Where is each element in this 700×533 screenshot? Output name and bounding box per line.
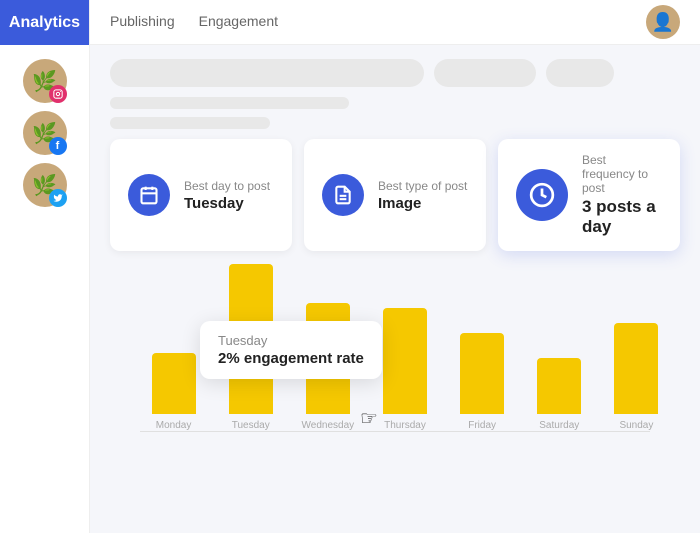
- insight-text-best-day: Best day to post Tuesday: [184, 179, 270, 212]
- bar-thursday: [383, 308, 427, 414]
- skeleton-lines: [110, 97, 680, 129]
- bar-label-wednesday: Wednesday: [302, 420, 355, 431]
- bar-monday: [152, 353, 196, 414]
- best-freq-label: Best frequency to post: [582, 153, 662, 195]
- content-area: Best day to post Tuesday Best type of po…: [90, 45, 700, 533]
- best-day-label: Best day to post: [184, 179, 270, 193]
- best-day-value: Tuesday: [184, 195, 270, 212]
- chart-container: Tuesday 2% engagement rate Monday Tuesday…: [110, 261, 680, 471]
- chart-section: Tuesday 2% engagement rate Monday Tuesday…: [110, 261, 680, 471]
- chart-axis: [140, 431, 650, 432]
- insight-card-best-day: Best day to post Tuesday: [110, 139, 292, 251]
- bar-sunday: [614, 323, 658, 414]
- skeleton-filter-1: [110, 59, 424, 87]
- bar-label-thursday: Thursday: [384, 420, 426, 431]
- insight-card-best-type: Best type of post Image: [304, 139, 486, 251]
- bar-friday: [460, 333, 504, 414]
- bar-group-monday: Monday: [140, 353, 207, 431]
- insight-text-best-type: Best type of post Image: [378, 179, 467, 212]
- account-list: 🌿 🌿 f 🌿: [23, 45, 67, 221]
- account-twitter[interactable]: 🌿: [23, 163, 67, 207]
- skeleton-line-1: [110, 97, 349, 109]
- skeleton-line-2: [110, 117, 270, 129]
- tab-publishing[interactable]: Publishing: [110, 9, 175, 35]
- skeleton-filter-3: [546, 59, 614, 87]
- bar-group-friday: Friday: [449, 333, 516, 431]
- bar-label-friday: Friday: [468, 420, 496, 431]
- bar-label-saturday: Saturday: [539, 420, 579, 431]
- calendar-icon: [128, 174, 170, 216]
- bar-saturday: [537, 358, 581, 414]
- bars-area: Monday Tuesday Wednesday Thursday Friday Satu…: [110, 261, 680, 431]
- best-freq-value: 3 posts a day: [582, 197, 662, 237]
- chart-tooltip: Tuesday 2% engagement rate: [200, 321, 382, 379]
- best-type-value: Image: [378, 195, 467, 212]
- insight-cards: Best day to post Tuesday Best type of po…: [110, 139, 680, 251]
- bar-label-tuesday: Tuesday: [232, 420, 270, 431]
- bar-group-saturday: Saturday: [526, 358, 593, 431]
- tab-engagement[interactable]: Engagement: [199, 9, 278, 35]
- clock-icon: [516, 169, 568, 221]
- sidebar-title: Analytics: [0, 0, 89, 45]
- insight-text-best-frequency: Best frequency to post 3 posts a day: [582, 153, 662, 237]
- bar-label-monday: Monday: [156, 420, 192, 431]
- instagram-badge: [49, 85, 67, 103]
- top-nav: Publishing Engagement 👤: [90, 0, 700, 45]
- tooltip-day: Tuesday: [218, 333, 364, 348]
- skeleton-filter-row: [110, 59, 680, 87]
- user-avatar[interactable]: 👤: [646, 5, 680, 39]
- tooltip-stat: 2% engagement rate: [218, 350, 364, 367]
- bar-label-sunday: Sunday: [619, 420, 653, 431]
- twitter-badge: [49, 189, 67, 207]
- nav-tabs: Publishing Engagement: [110, 9, 278, 35]
- insight-card-best-frequency: Best frequency to post 3 posts a day: [498, 139, 680, 251]
- bar-group-sunday: Sunday: [603, 323, 670, 431]
- cursor-icon: ☞: [360, 406, 378, 431]
- main-content: Publishing Engagement 👤: [90, 0, 700, 533]
- best-type-label: Best type of post: [378, 179, 467, 193]
- document-icon: [322, 174, 364, 216]
- facebook-badge: f: [49, 137, 67, 155]
- account-instagram[interactable]: 🌿: [23, 59, 67, 103]
- skeleton-filter-2: [434, 59, 537, 87]
- sidebar: Analytics 🌿 🌿 f: [0, 0, 90, 533]
- account-facebook[interactable]: 🌿 f: [23, 111, 67, 155]
